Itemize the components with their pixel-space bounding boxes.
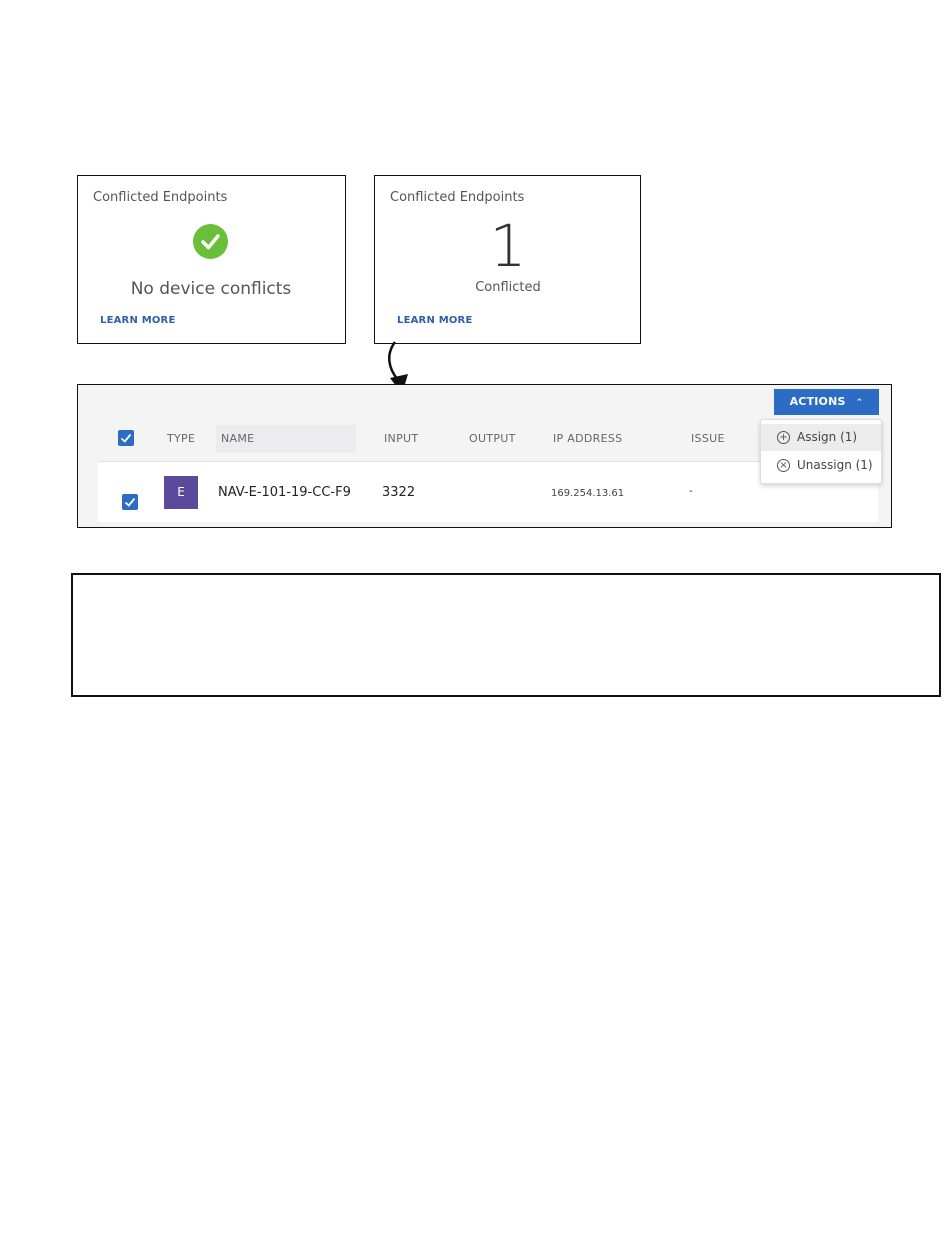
- conflicted-endpoints-card-conflict: Conflicted Endpoints 1 Conflicted LEARN …: [374, 175, 641, 344]
- card-title: Conflicted Endpoints: [390, 190, 525, 205]
- conflicted-label: Conflicted: [475, 280, 541, 295]
- column-header-input[interactable]: INPUT: [384, 432, 418, 445]
- menu-item-label: Unassign (1): [797, 458, 873, 472]
- actions-dropdown-menu: + Assign (1) × Unassign (1): [760, 419, 882, 484]
- conflicted-endpoints-card-ok: Conflicted Endpoints No device conflicts…: [77, 175, 346, 344]
- conflict-count: 1: [489, 212, 527, 280]
- select-all-checkbox[interactable]: [118, 430, 134, 446]
- menu-item-unassign[interactable]: × Unassign (1): [761, 452, 881, 479]
- column-header-name[interactable]: NAME: [221, 432, 254, 445]
- endpoint-name: NAV-E-101-19-CC-F9: [218, 485, 351, 500]
- x-circle-icon: ×: [777, 459, 790, 472]
- actions-button[interactable]: ACTIONS ⌃: [774, 389, 879, 415]
- learn-more-link[interactable]: LEARN MORE: [397, 315, 472, 326]
- chevron-up-icon: ⌃: [855, 398, 864, 408]
- menu-item-label: Assign (1): [797, 430, 858, 444]
- column-header-type[interactable]: TYPE: [167, 432, 195, 445]
- type-badge: E: [164, 476, 198, 509]
- endpoint-issue: -: [689, 486, 693, 497]
- actions-label: ACTIONS: [789, 395, 846, 408]
- column-header-ip-address[interactable]: IP ADDRESS: [553, 432, 622, 445]
- column-header-output[interactable]: OUTPUT: [469, 432, 516, 445]
- check-circle-icon: [193, 224, 228, 259]
- column-header-issue[interactable]: ISSUE: [691, 432, 725, 445]
- no-conflicts-text: No device conflicts: [130, 279, 292, 299]
- learn-more-link[interactable]: LEARN MORE: [100, 315, 175, 326]
- endpoint-ip-address: 169.254.13.61: [551, 488, 625, 499]
- endpoints-table-panel: TYPE NAME INPUT OUTPUT IP ADDRESS ISSUE …: [77, 384, 892, 528]
- row-checkbox[interactable]: [122, 494, 138, 510]
- plus-circle-icon: +: [777, 431, 790, 444]
- note-box: [71, 573, 941, 697]
- menu-item-assign[interactable]: + Assign (1): [761, 424, 881, 451]
- card-title: Conflicted Endpoints: [93, 190, 228, 205]
- endpoint-input: 3322: [382, 485, 416, 500]
